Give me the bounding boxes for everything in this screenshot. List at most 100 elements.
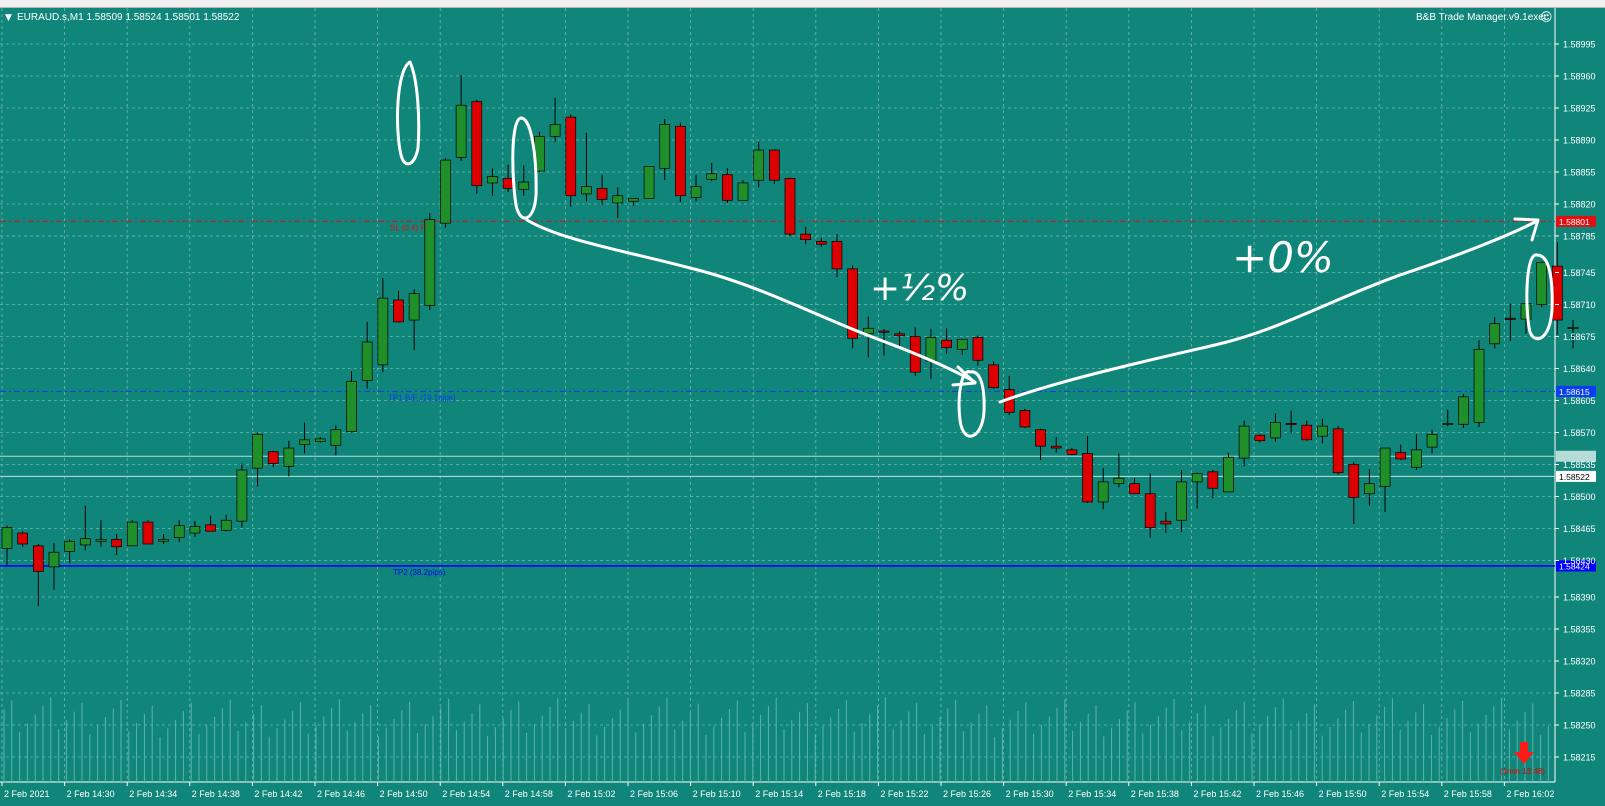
candle-body[interactable] [314, 438, 326, 442]
candle-body[interactable] [1129, 483, 1140, 495]
candle-body[interactable] [1426, 433, 1438, 448]
smiley-icon[interactable]: ☺ [1540, 10, 1553, 24]
candle-body[interactable] [111, 539, 122, 548]
candle-body[interactable] [643, 166, 655, 199]
candle-body[interactable] [768, 149, 780, 181]
candle-body[interactable] [1364, 483, 1375, 495]
candle-body[interactable] [346, 380, 357, 432]
candle-body[interactable] [596, 188, 608, 200]
candle-body[interactable] [722, 174, 733, 201]
candle-body[interactable] [1411, 449, 1422, 468]
candle-body[interactable] [236, 469, 248, 522]
candle-body[interactable] [79, 538, 91, 546]
candle-body[interactable] [675, 125, 686, 197]
candle-body[interactable] [800, 233, 812, 240]
candle-body[interactable] [581, 186, 592, 195]
candle-body[interactable] [1301, 424, 1313, 441]
x-tick-label: 2 Feb 15:10 [693, 789, 741, 799]
candle-body[interactable] [471, 101, 483, 187]
candle-body[interactable] [1191, 473, 1203, 483]
candle-body[interactable] [690, 186, 702, 198]
candle-body[interactable] [283, 447, 295, 467]
candle-body[interactable] [1332, 428, 1344, 474]
candle-body[interactable] [1567, 327, 1579, 329]
candle-body[interactable] [502, 178, 514, 189]
candle-body[interactable] [1317, 425, 1328, 437]
candle-body[interactable] [1536, 262, 1548, 305]
candle-body[interactable] [972, 337, 984, 361]
candle-body[interactable] [408, 293, 420, 321]
candle-body[interactable] [424, 219, 436, 306]
candle-body[interactable] [628, 198, 639, 202]
candle-body[interactable] [377, 297, 389, 366]
candle-body[interactable] [32, 545, 44, 572]
candle-body[interactable] [753, 149, 765, 181]
candle-body[interactable] [173, 525, 185, 538]
candle-body[interactable] [330, 429, 342, 446]
candle-body[interactable] [831, 241, 843, 270]
candle-body[interactable] [784, 178, 796, 235]
candle-body[interactable] [1442, 423, 1454, 425]
candle-body[interactable] [299, 439, 310, 445]
candle-body[interactable] [440, 159, 451, 224]
candle-body[interactable] [1050, 445, 1062, 449]
candle-body[interactable] [1144, 493, 1156, 528]
candle-body[interactable] [267, 451, 279, 464]
candle-body[interactable] [659, 124, 671, 169]
dropdown-icon[interactable]: ▼ [5, 13, 12, 23]
candle-body[interactable] [1551, 265, 1563, 321]
candle-body[interactable] [988, 364, 999, 389]
candle-body[interactable] [1379, 447, 1391, 487]
candle-body[interactable] [64, 540, 75, 552]
candle-body[interactable] [1505, 317, 1516, 320]
candle-body[interactable] [361, 341, 373, 381]
candle-body[interactable] [1097, 481, 1109, 503]
candle-body[interactable] [706, 173, 718, 180]
candle-body[interactable] [487, 176, 498, 184]
candle-body[interactable] [1066, 449, 1078, 455]
candle-body[interactable] [1270, 422, 1281, 439]
candle-body[interactable] [1113, 477, 1125, 485]
candle-body[interactable] [95, 539, 107, 542]
candle-body[interactable] [252, 433, 263, 469]
candle-body[interactable] [956, 338, 968, 350]
candle-body[interactable] [1176, 481, 1187, 521]
candle-body[interactable] [1207, 471, 1219, 489]
candle-body[interactable] [815, 241, 827, 245]
candle-body[interactable] [1160, 520, 1172, 525]
candle-body[interactable] [126, 521, 138, 547]
candle-body[interactable] [1082, 453, 1093, 503]
candle-body[interactable] [1473, 348, 1485, 423]
candle-body[interactable] [1223, 456, 1234, 493]
candle-body[interactable] [158, 539, 169, 542]
candle-body[interactable] [894, 333, 905, 336]
candle-body[interactable] [737, 182, 749, 201]
candle-body[interactable] [941, 339, 952, 348]
candle-body[interactable] [17, 532, 29, 545]
y-tick-label: 1.58465 [1563, 524, 1596, 534]
candle-body[interactable] [1238, 425, 1250, 459]
candle-body[interactable] [1254, 434, 1266, 442]
candle-body[interactable] [1395, 452, 1407, 460]
candle-body[interactable] [205, 524, 216, 532]
candle-body[interactable] [518, 181, 530, 190]
candle-body[interactable] [393, 299, 404, 323]
candle-body[interactable] [1348, 464, 1360, 498]
candle-body[interactable] [878, 330, 890, 333]
candle-body[interactable] [549, 124, 561, 137]
candle-body[interactable] [48, 551, 60, 568]
candle-body[interactable] [1, 527, 13, 549]
candle-body[interactable] [455, 104, 467, 158]
candle-body[interactable] [1489, 323, 1501, 345]
chart-background [0, 8, 1605, 806]
candle-body[interactable] [189, 526, 201, 534]
candle-body[interactable] [1458, 396, 1469, 425]
candle-body[interactable] [1285, 423, 1297, 425]
candle-body[interactable] [612, 195, 624, 204]
candle-body[interactable] [565, 116, 577, 197]
price-chart[interactable]: 1.58801SL (0.4) Pips1.58615TP1 B/E (19.1… [0, 0, 1605, 806]
candle-body[interactable] [1019, 410, 1031, 428]
candle-body[interactable] [142, 521, 154, 545]
candle-body[interactable] [220, 519, 232, 531]
candle-body[interactable] [1035, 429, 1046, 447]
